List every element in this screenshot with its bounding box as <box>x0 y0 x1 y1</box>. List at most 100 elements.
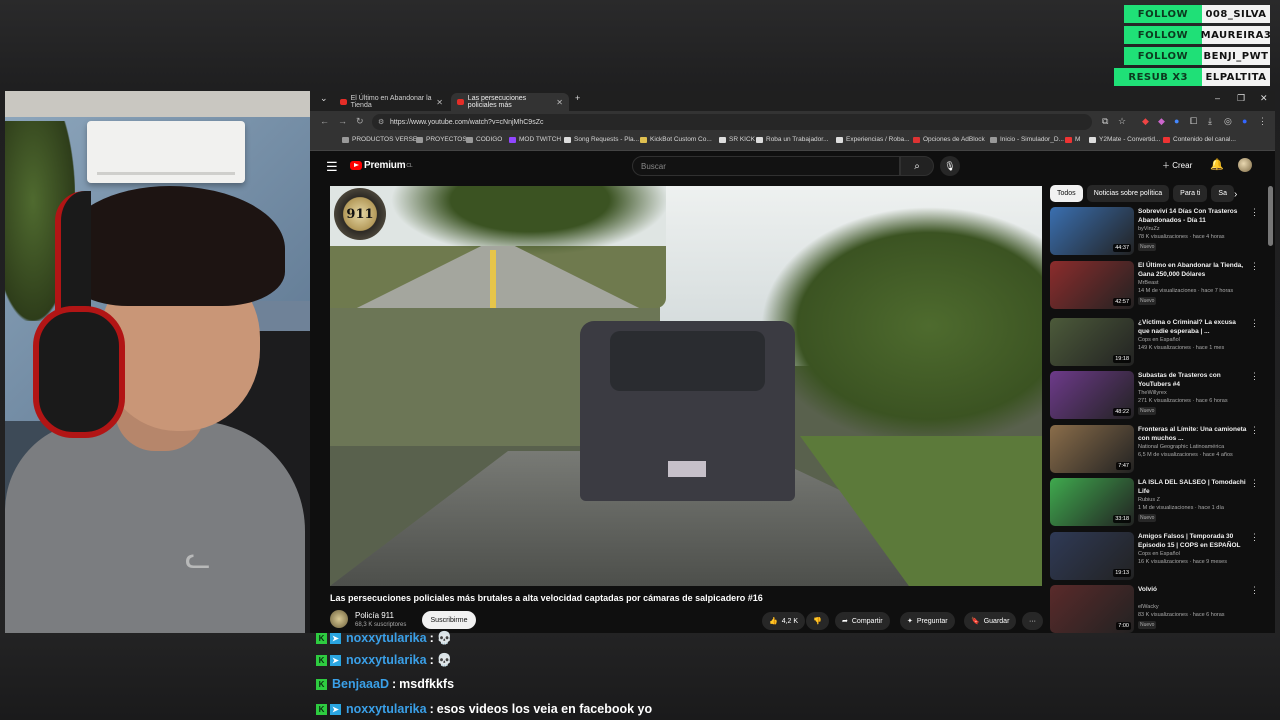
save-button[interactable]: 🔖 Guardar <box>964 612 1017 630</box>
create-button[interactable]: ＋ Crear <box>1162 160 1192 171</box>
more-options-icon[interactable]: ⋮ <box>1250 207 1259 218</box>
recommendation-channel[interactable]: byViruZz <box>1138 226 1160 232</box>
account-icon[interactable]: ● <box>1242 116 1247 126</box>
recommendation-title[interactable]: ¿Víctima o Criminal? La excusa que nadie… <box>1138 318 1248 336</box>
bookmark[interactable]: M <box>1065 136 1080 143</box>
more-actions-button[interactable]: ··· <box>1022 612 1043 630</box>
recommendation-title[interactable]: Subastas de Trasteros con YouTubers #4 <box>1138 371 1248 389</box>
video-thumbnail[interactable]: 44:37 <box>1050 207 1134 255</box>
recommendation-title[interactable]: LA ISLA DEL SALSEO | Tomodachi Life <box>1138 478 1248 496</box>
close-window-icon[interactable]: ✕ <box>1260 93 1268 104</box>
new-tab-icon[interactable]: + <box>575 93 580 103</box>
recommendation-item[interactable]: 42:57 El Último en Abandonar la Tienda, G… <box>1050 261 1260 311</box>
extension-icon[interactable]: ◆ <box>1158 116 1165 127</box>
scrollbar[interactable] <box>1268 186 1273 246</box>
bookmark[interactable]: SR KICK <box>719 136 755 143</box>
profile-icon[interactable]: ◎ <box>1224 116 1232 127</box>
bookmark[interactable]: Opciones de AdBlock <box>913 136 985 143</box>
download-icon[interactable]: ⤓ <box>1208 116 1212 127</box>
recommendation-item[interactable]: 19:18 ¿Víctima o Criminal? La excusa que … <box>1050 318 1260 368</box>
recommendation-channel[interactable]: elWacky <box>1138 604 1159 610</box>
bookmark[interactable]: CODIGO <box>466 136 502 143</box>
video-thumbnail[interactable]: 19:13 <box>1050 532 1134 580</box>
extension-icon[interactable]: ● <box>1174 116 1179 126</box>
recommendation-item[interactable]: 7:00 Volvió elWacky 83 K visualizaciones · … <box>1050 585 1260 633</box>
recommendation-channel[interactable]: MrBeast <box>1138 280 1158 286</box>
share-button[interactable]: ➦ Compartir <box>835 612 890 630</box>
more-options-icon[interactable]: ⋮ <box>1250 371 1259 382</box>
bookmark[interactable]: Inicio - Simulador_D... <box>990 136 1064 143</box>
recommendation-channel[interactable]: Rubius Z <box>1138 497 1160 503</box>
install-icon[interactable]: ⧉ <box>1102 116 1108 127</box>
video-thumbnail[interactable]: 33:18 <box>1050 478 1134 526</box>
more-options-icon[interactable]: ⋮ <box>1250 585 1259 596</box>
tab-mrbeast[interactable]: El Último en Abandonar la Tienda ✕ <box>334 93 449 111</box>
chevron-right-icon[interactable]: › <box>1234 189 1237 200</box>
tab-list-icon[interactable]: ⌄ <box>320 93 328 104</box>
bookmark[interactable]: PRODUCTOS VERSE <box>342 136 417 143</box>
video-thumbnail[interactable]: 7:47 <box>1050 425 1134 473</box>
video-thumbnail[interactable]: 19:18 <box>1050 318 1134 366</box>
recommendation-title[interactable]: Amigos Falsos | Temporada 30 Episodio 15… <box>1138 532 1248 550</box>
chip-politica[interactable]: Noticias sobre política <box>1086 185 1170 202</box>
video-player[interactable]: 911 <box>330 186 1042 586</box>
minimize-icon[interactable]: – <box>1215 93 1220 103</box>
user-avatar[interactable] <box>1238 158 1252 172</box>
hamburger-menu-icon[interactable]: ☰ <box>326 159 338 175</box>
bookmark-star-icon[interactable]: ☆ <box>1118 116 1126 127</box>
video-thumbnail[interactable]: 7:00 <box>1050 585 1134 633</box>
recommendation-title[interactable]: Volvió <box>1138 585 1248 594</box>
bookmark[interactable]: Roba un Trabajador... <box>756 136 829 143</box>
recommendation-channel[interactable]: National Geographic Latinoamérica <box>1138 444 1224 450</box>
more-options-icon[interactable]: ⋮ <box>1250 261 1259 272</box>
recommendation-channel[interactable]: Cops en Español <box>1138 337 1180 343</box>
youtube-premium-logo[interactable]: Premium CL <box>350 160 413 171</box>
forward-icon[interactable]: → <box>338 116 347 126</box>
notifications-bell-icon[interactable]: 🔔 <box>1210 158 1224 171</box>
recommendation-title[interactable]: Fronteras al Límite: Una camioneta con m… <box>1138 425 1248 443</box>
chip-more[interactable]: Sa <box>1211 185 1234 202</box>
recommendation-item[interactable]: 33:18 LA ISLA DEL SALSEO | Tomodachi Life… <box>1050 478 1260 528</box>
chat-username[interactable]: noxxytularika <box>346 631 427 645</box>
dislike-button[interactable]: 👎 <box>806 612 829 630</box>
chip-todos[interactable]: Todos <box>1050 185 1083 202</box>
video-thumbnail[interactable]: 48:22 <box>1050 371 1134 419</box>
recommendation-item[interactable]: 48:22 Subastas de Trasteros con YouTubers… <box>1050 371 1260 421</box>
search-button[interactable]: ⌕ <box>900 156 934 176</box>
recommendation-channel[interactable]: Cops en Español <box>1138 551 1180 557</box>
bookmark[interactable]: MOD TWITCH <box>509 136 561 143</box>
more-options-icon[interactable]: ⋮ <box>1250 478 1259 489</box>
channel-name[interactable]: Policía 911 <box>355 611 394 620</box>
bookmark[interactable]: PROYECTOS <box>416 136 467 143</box>
recommendation-title[interactable]: El Último en Abandonar la Tienda, Gana 2… <box>1138 261 1248 279</box>
reload-icon[interactable]: ↻ <box>356 116 364 127</box>
bookmark[interactable]: Song Requests - Pla... <box>564 136 639 143</box>
like-button[interactable]: 👍 4,2 K <box>762 612 806 630</box>
site-info-icon[interactable]: ⚙ <box>378 118 384 126</box>
back-icon[interactable]: ← <box>320 116 329 126</box>
bookmark[interactable]: Contenido del canal... <box>1163 136 1236 143</box>
chat-username[interactable]: noxxytularika <box>346 702 427 716</box>
microphone-icon[interactable]: 🎙 <box>940 156 960 176</box>
close-icon[interactable]: ✕ <box>436 98 443 107</box>
url-field[interactable]: ⚙ https://www.youtube.com/watch?v=cNnjMhC… <box>372 114 1092 130</box>
bookmark[interactable]: KickBot Custom Co... <box>640 136 712 143</box>
chat-username[interactable]: BenjaaaD <box>332 677 389 691</box>
menu-icon[interactable]: ⋮ <box>1258 116 1267 127</box>
recommendation-title[interactable]: Sobreviví 14 Días Con Trasteros Abandona… <box>1138 207 1248 225</box>
bookmark[interactable]: Y2Mate - Convertid... <box>1089 136 1160 143</box>
ask-button[interactable]: ✦ Preguntar <box>900 612 955 630</box>
chat-username[interactable]: noxxytularika <box>346 653 427 667</box>
recommendation-channel[interactable]: TheWillyrex <box>1138 390 1167 396</box>
restore-icon[interactable]: ❐ <box>1237 93 1245 104</box>
chip-para-ti[interactable]: Para ti <box>1173 185 1208 202</box>
tab-persecuciones[interactable]: Las persecuciones policiales más ✕ <box>451 93 569 111</box>
close-icon[interactable]: ✕ <box>556 98 563 107</box>
more-options-icon[interactable]: ⋮ <box>1250 532 1259 543</box>
puzzle-icon[interactable]: ⧠ <box>1190 116 1197 127</box>
recommendation-item[interactable]: 19:13 Amigos Falsos | Temporada 30 Episod… <box>1050 532 1260 582</box>
extension-icon[interactable]: ◆ <box>1142 116 1149 127</box>
recommendation-item[interactable]: 7:47 Fronteras al Límite: Una camioneta c… <box>1050 425 1260 475</box>
bookmark[interactable]: Experiencias / Roba... <box>836 136 910 143</box>
more-options-icon[interactable]: ⋮ <box>1250 318 1259 329</box>
